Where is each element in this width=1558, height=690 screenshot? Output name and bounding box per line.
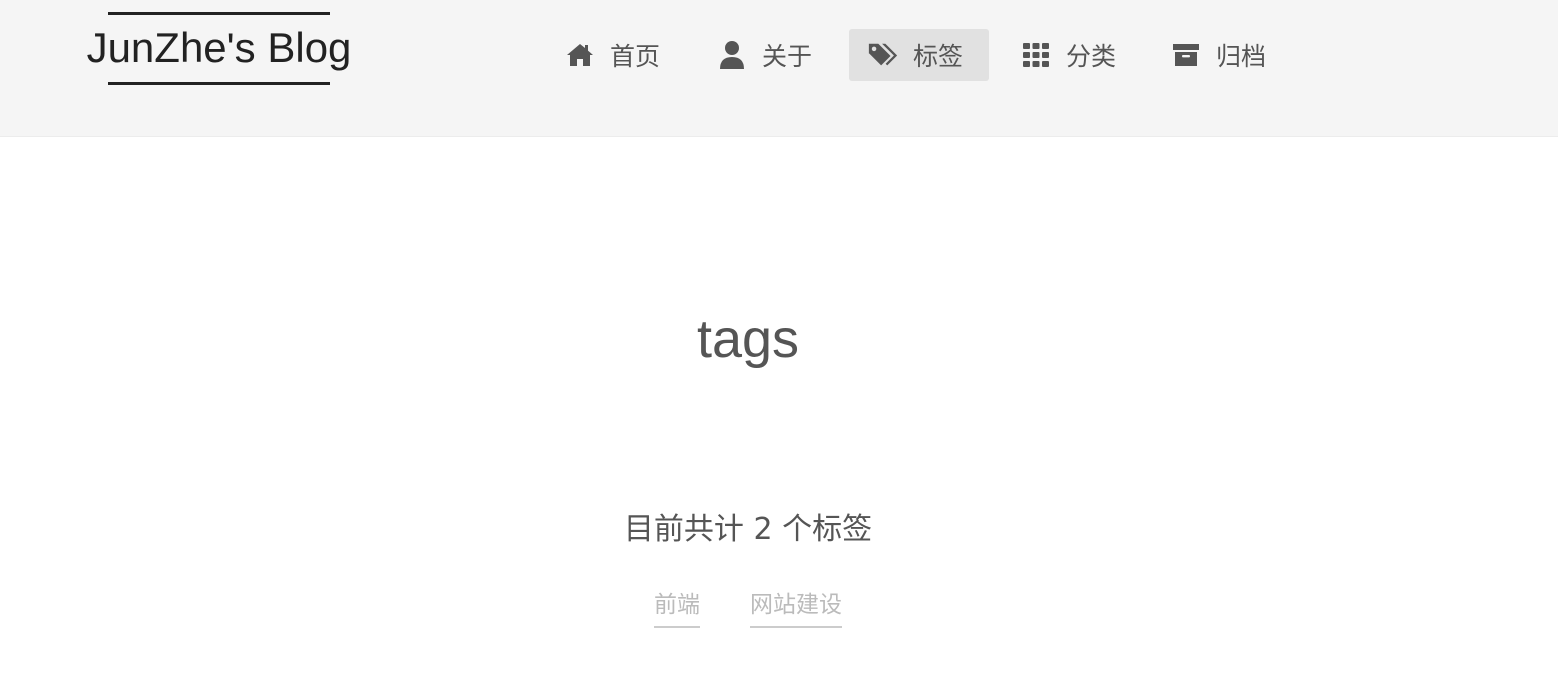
grid-icon — [1020, 39, 1052, 71]
nav-label-categories: 分类 — [1066, 42, 1117, 71]
brand-line-top — [108, 12, 330, 15]
home-icon — [564, 39, 596, 71]
site-header: JunZhe's Blog 首页 关于 标签 分类 归档 — [0, 0, 1558, 137]
tag-link-website-building[interactable]: 网站建设 — [750, 588, 842, 628]
site-title[interactable]: JunZhe's Blog — [68, 24, 370, 72]
archive-icon — [1170, 39, 1202, 71]
nav-item-about[interactable]: 关于 — [716, 29, 830, 81]
tag-cloud: 前端 网站建设 — [0, 588, 1496, 628]
brand-line-bottom — [108, 82, 330, 85]
nav-item-archives[interactable]: 归档 — [1170, 29, 1282, 81]
nav-label-tags: 标签 — [913, 42, 964, 71]
nav-item-categories[interactable]: 分类 — [1020, 29, 1132, 81]
page-title: tags — [696, 309, 800, 369]
nav-label-about: 关于 — [762, 42, 813, 71]
tags-icon — [867, 39, 899, 71]
nav-item-tags[interactable]: 标签 — [849, 29, 989, 81]
user-icon — [716, 39, 748, 71]
tag-link-frontend[interactable]: 前端 — [654, 588, 700, 628]
tag-count-summary: 目前共计 2 个标签 — [623, 512, 873, 547]
nav-item-home[interactable]: 首页 — [564, 29, 674, 81]
nav-label-archives: 归档 — [1216, 42, 1267, 71]
nav-label-home: 首页 — [610, 42, 661, 71]
site-brand[interactable]: JunZhe's Blog — [68, 12, 370, 86]
